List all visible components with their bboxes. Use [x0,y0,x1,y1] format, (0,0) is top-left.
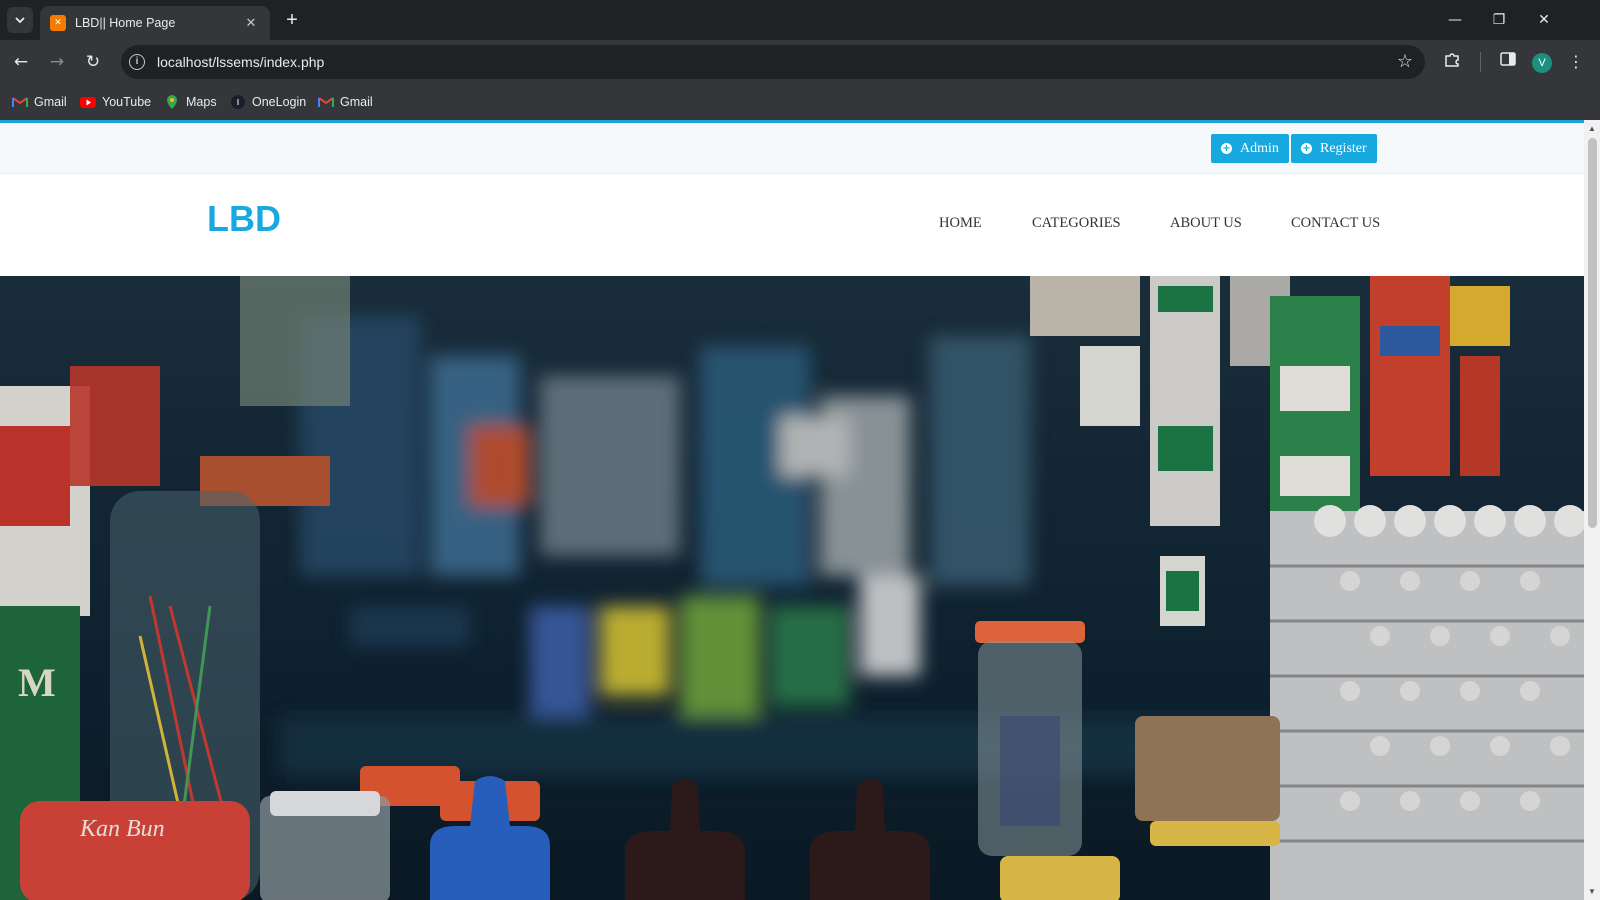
minimize-button[interactable]: — [1440,8,1470,32]
nav-categories[interactable]: CATEGORIES [1032,215,1121,232]
site-header: LBD HOME CATEGORIES ABOUT US CONTACT US [0,174,1584,273]
register-button-label: Register [1320,140,1367,156]
bookmark-youtube[interactable]: YouTube [80,92,151,112]
bookmark-maps[interactable]: Maps [164,92,217,112]
top-bar: + Admin + Register [0,123,1584,174]
scroll-down-arrow-icon[interactable]: ▼ [1588,887,1596,896]
bookmark-onelogin[interactable]: OneLogin [230,92,306,112]
profile-avatar[interactable]: V [1532,53,1552,73]
browser-tab[interactable]: ✕ LBD|| Home Page ✕ [40,6,270,40]
bookmark-label: OneLogin [252,95,307,109]
menu-icon[interactable]: ⋮ [1564,50,1588,74]
onelogin-icon [231,95,245,109]
tab-strip: ✕ LBD|| Home Page ✕ + — ❐ ✕ [0,0,1600,40]
side-panel-icon[interactable] [1496,50,1520,74]
new-tab-button[interactable]: + [279,9,305,31]
register-button[interactable]: + Register [1291,134,1377,163]
bookmark-label: Gmail [340,95,373,109]
scroll-up-arrow-icon[interactable]: ▲ [1588,124,1596,133]
site-info-icon[interactable]: i [129,54,145,70]
url-text[interactable]: localhost/lssems/index.php [157,54,324,70]
bookmark-star-icon[interactable]: ☆ [1397,51,1413,72]
bookmark-label: YouTube [102,95,152,109]
close-window-button[interactable]: ✕ [1529,8,1559,32]
back-button[interactable]: ← [8,49,34,75]
scrollbar-thumb[interactable] [1588,138,1597,528]
admin-button-label: Admin [1240,140,1279,156]
bookmark-gmail[interactable]: Gmail [12,92,67,112]
nav-contact-us[interactable]: CONTACT US [1291,215,1380,232]
extensions-icon[interactable] [1440,50,1464,74]
tab-search-button[interactable] [7,7,33,33]
plus-circle-icon: + [1221,143,1232,154]
restore-button[interactable]: ❐ [1484,8,1514,32]
web-page: + Admin + Register LBD HOME CATEGORIES A… [0,120,1584,900]
hero-banner-image: M Kan Bun [0,276,1584,900]
youtube-icon [80,97,96,108]
reload-button[interactable]: ↻ [80,49,106,75]
bookmarks-bar: Gmail YouTube Maps OneLogin Gmail [0,84,1600,120]
chevron-down-icon [15,17,25,24]
gmail-icon [12,97,28,107]
nav-about-us[interactable]: ABOUT US [1170,215,1242,232]
bookmark-gmail-2[interactable]: Gmail [318,92,373,112]
address-bar[interactable]: i localhost/lssems/index.php ☆ [121,45,1425,79]
maps-icon [167,95,177,109]
xampp-icon: ✕ [50,15,66,31]
forward-button[interactable]: → [44,49,70,75]
tab-title: LBD|| Home Page [75,16,176,30]
tab-close-icon[interactable]: ✕ [242,15,260,31]
gmail-icon [318,97,334,107]
bookmark-label: Gmail [34,95,67,109]
nav-home[interactable]: HOME [939,215,982,232]
browser-toolbar: ← → ↻ i localhost/lssems/index.php ☆ ⋮ [0,40,1600,84]
plus-circle-icon: + [1301,143,1312,154]
site-logo[interactable]: LBD [207,198,281,240]
page-scrollbar[interactable]: ▲ ▼ [1584,120,1600,900]
admin-button[interactable]: + Admin [1211,134,1289,163]
grocery-store-illustration: M Kan Bun [0,276,1584,900]
toolbar-separator [1480,52,1481,72]
bookmark-label: Maps [186,95,217,109]
